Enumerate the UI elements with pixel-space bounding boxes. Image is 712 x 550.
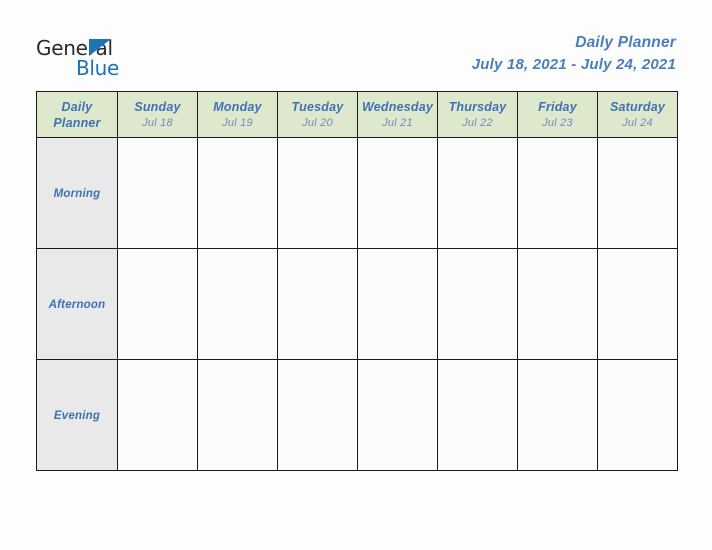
row-label-text-afternoon: Afternoon: [48, 299, 106, 311]
header-cell-tuesday: Tuesday Jul 20: [277, 91, 358, 138]
cell-morning-monday[interactable]: [197, 137, 278, 249]
corner-label-line1: Daily: [61, 99, 93, 114]
title-block: Daily Planner July 18, 2021 - July 24, 2…: [472, 32, 676, 76]
header-cell-corner: Daily Planner: [36, 91, 118, 138]
cell-afternoon-friday[interactable]: [517, 248, 598, 360]
day-name-sunday: Sunday: [134, 99, 181, 114]
table-row-evening: Evening: [36, 359, 678, 471]
logo-text-blue: Blue: [76, 56, 120, 80]
day-date-friday: Jul 23: [542, 116, 573, 129]
day-name-friday: Friday: [538, 99, 577, 114]
header-cell-thursday: Thursday Jul 22: [437, 91, 518, 138]
cell-evening-tuesday[interactable]: [277, 359, 358, 471]
day-date-saturday: Jul 24: [622, 116, 653, 129]
header-cell-saturday: Saturday Jul 24: [597, 91, 678, 138]
page-header: General Blue Daily Planner July 18, 2021…: [0, 0, 712, 90]
cell-afternoon-saturday[interactable]: [597, 248, 678, 360]
cell-morning-wednesday[interactable]: [357, 137, 438, 249]
table-row-morning: Morning: [36, 137, 678, 249]
daily-planner-page: General Blue Daily Planner July 18, 2021…: [0, 0, 712, 550]
day-date-sunday: Jul 18: [142, 116, 173, 129]
cell-evening-saturday[interactable]: [597, 359, 678, 471]
cell-morning-tuesday[interactable]: [277, 137, 358, 249]
row-label-text-morning: Morning: [53, 188, 101, 200]
day-date-wednesday: Jul 21: [382, 116, 413, 129]
cell-morning-sunday[interactable]: [117, 137, 198, 249]
day-name-saturday: Saturday: [609, 99, 666, 114]
cell-evening-sunday[interactable]: [117, 359, 198, 471]
day-name-monday: Monday: [213, 99, 262, 114]
day-date-monday: Jul 19: [222, 116, 253, 129]
corner-label-line2: Planner: [53, 115, 101, 130]
row-label-morning: Morning: [36, 137, 118, 249]
general-blue-logo[interactable]: General Blue: [36, 36, 206, 82]
triangle-icon: [89, 39, 111, 56]
row-label-afternoon: Afternoon: [36, 248, 118, 360]
day-date-tuesday: Jul 20: [302, 116, 333, 129]
cell-afternoon-sunday[interactable]: [117, 248, 198, 360]
table-header-row: Daily Planner Sunday Jul 18 Monday Jul 1…: [36, 91, 678, 138]
header-cell-wednesday: Wednesday Jul 21: [357, 91, 438, 138]
row-label-text-evening: Evening: [53, 410, 101, 422]
cell-afternoon-monday[interactable]: [197, 248, 278, 360]
day-name-thursday: Thursday: [448, 99, 507, 114]
planner-table: Daily Planner Sunday Jul 18 Monday Jul 1…: [36, 91, 678, 471]
header-cell-friday: Friday Jul 23: [517, 91, 598, 138]
cell-morning-friday[interactable]: [517, 137, 598, 249]
row-label-evening: Evening: [36, 359, 118, 471]
header-cell-monday: Monday Jul 19: [197, 91, 278, 138]
day-name-tuesday: Tuesday: [291, 99, 344, 114]
day-name-wednesday: Wednesday: [361, 99, 434, 114]
cell-afternoon-thursday[interactable]: [437, 248, 518, 360]
date-range: July 18, 2021 - July 24, 2021: [471, 56, 676, 73]
cell-afternoon-wednesday[interactable]: [357, 248, 438, 360]
cell-morning-thursday[interactable]: [437, 137, 518, 249]
cell-morning-saturday[interactable]: [597, 137, 678, 249]
cell-evening-wednesday[interactable]: [357, 359, 438, 471]
cell-evening-friday[interactable]: [517, 359, 598, 471]
page-title: Daily Planner: [575, 34, 676, 51]
cell-evening-thursday[interactable]: [437, 359, 518, 471]
cell-afternoon-tuesday[interactable]: [277, 248, 358, 360]
day-date-thursday: Jul 22: [462, 116, 493, 129]
header-cell-sunday: Sunday Jul 18: [117, 91, 198, 138]
cell-evening-monday[interactable]: [197, 359, 278, 471]
table-row-afternoon: Afternoon: [36, 248, 678, 360]
